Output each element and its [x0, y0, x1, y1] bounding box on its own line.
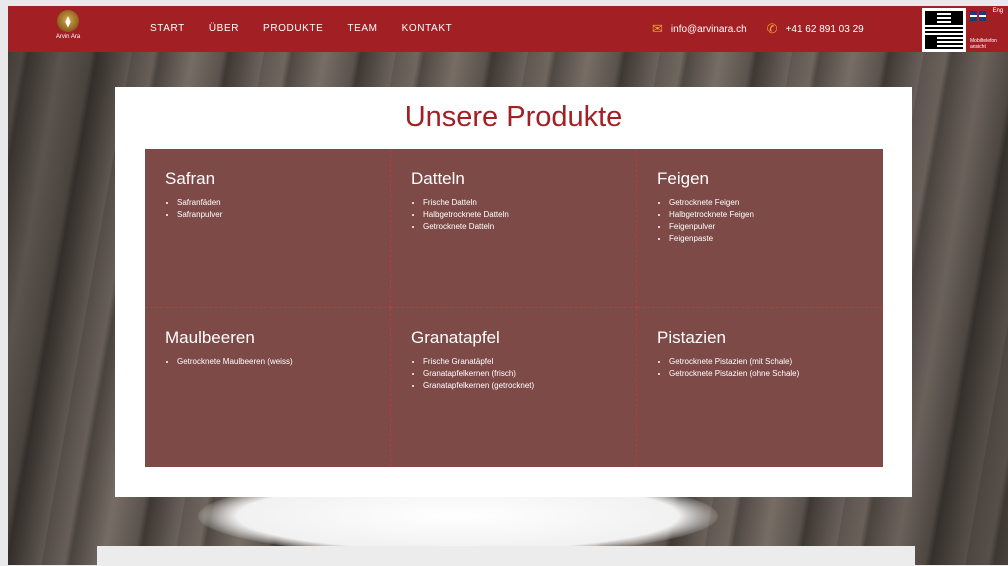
- language-switch[interactable]: Eng Mobiltelefon ansicht: [970, 8, 1008, 52]
- qr-code-icon: [922, 8, 966, 52]
- mail-icon: ✉: [652, 21, 663, 36]
- tree-logo-icon: ⧫: [57, 10, 79, 32]
- menu-item-kontakt[interactable]: KONTAKT: [390, 6, 465, 52]
- product-tile-safran: Safran Safranfäden Safranpulver: [145, 149, 391, 308]
- product-title: Datteln: [411, 169, 465, 188]
- uk-flag-icon[interactable]: [970, 11, 986, 21]
- phone-icon: ✆: [766, 21, 778, 36]
- contact-info: ✉ info@arvinara.ch ✆ +41 62 891 03 29: [652, 6, 864, 52]
- list-item: Granatapfelkernen (frisch): [423, 368, 616, 380]
- list-item: Frische Granatäpfel: [423, 356, 616, 368]
- phone-link[interactable]: +41 62 891 03 29: [786, 24, 864, 35]
- list-item: Getrocknete Datteln: [423, 221, 616, 233]
- product-tile-datteln: Datteln Frische Datteln Halbgetrocknete …: [391, 149, 637, 308]
- list-item: Getrocknete Maulbeeren (weiss): [177, 356, 370, 368]
- next-section-strip: [97, 546, 915, 566]
- product-list: Frische Granatäpfel Granatapfelkernen (f…: [411, 356, 616, 392]
- page-frame: ⧫ Arvin Ara START ÜBER PRODUKTE TEAM KON…: [8, 6, 1008, 565]
- mobile-view-note: Mobiltelefon ansicht: [970, 38, 997, 50]
- list-item: Halbgetrocknete Datteln: [423, 209, 616, 221]
- products-card: Unsere Produkte Safran Safranfäden Safra…: [115, 87, 912, 497]
- list-item: Feigenpaste: [669, 233, 863, 245]
- language-label[interactable]: Eng: [992, 8, 1003, 14]
- list-item: Safranpulver: [177, 209, 370, 221]
- product-title: Granatapfel: [411, 328, 500, 347]
- list-item: Getrocknete Feigen: [669, 197, 863, 209]
- product-tile-granatapfel: Granatapfel Frische Granatäpfel Granatap…: [391, 308, 637, 467]
- site-logo[interactable]: ⧫ Arvin Ara: [48, 10, 88, 50]
- product-list: Getrocknete Maulbeeren (weiss): [165, 356, 370, 368]
- product-title: Feigen: [657, 169, 709, 188]
- product-list: Safranfäden Safranpulver: [165, 197, 370, 221]
- page-title: Unsere Produkte: [404, 101, 623, 133]
- product-tile-feigen: Feigen Getrocknete Feigen Halbgetrocknet…: [637, 149, 883, 308]
- top-navigation: ⧫ Arvin Ara START ÜBER PRODUKTE TEAM KON…: [8, 6, 1008, 52]
- list-item: Safranfäden: [177, 197, 370, 209]
- list-item: Halbgetrocknete Feigen: [669, 209, 863, 221]
- product-list: Frische Datteln Halbgetrocknete Datteln …: [411, 197, 616, 233]
- menu-item-ueber[interactable]: ÜBER: [197, 6, 251, 52]
- product-title: Pistazien: [657, 328, 726, 347]
- logo-text: Arvin Ara: [55, 34, 81, 40]
- list-item: Feigenpulver: [669, 221, 863, 233]
- product-title: Safran: [165, 169, 216, 188]
- products-grid: Safran Safranfäden Safranpulver Datteln …: [145, 149, 883, 467]
- product-list: Getrocknete Pistazien (mit Schale) Getro…: [657, 356, 863, 380]
- list-item: Getrocknete Pistazien (ohne Schale): [669, 368, 863, 380]
- product-tile-pistazien: Pistazien Getrocknete Pistazien (mit Sch…: [637, 308, 883, 467]
- product-tile-maulbeeren: Maulbeeren Getrocknete Maulbeeren (weiss…: [145, 308, 391, 467]
- product-list: Getrocknete Feigen Halbgetrocknete Feige…: [657, 197, 863, 245]
- list-item: Frische Datteln: [423, 197, 616, 209]
- email-link[interactable]: info@arvinara.ch: [671, 24, 747, 35]
- list-item: Granatapfelkernen (getrocknet): [423, 380, 616, 392]
- list-item: Getrocknete Pistazien (mit Schale): [669, 356, 863, 368]
- main-menu: START ÜBER PRODUKTE TEAM KONTAKT: [138, 6, 464, 52]
- menu-item-produkte[interactable]: PRODUKTE: [251, 6, 335, 52]
- menu-item-start[interactable]: START: [138, 6, 197, 52]
- product-title: Maulbeeren: [165, 328, 255, 347]
- menu-item-team[interactable]: TEAM: [335, 6, 389, 52]
